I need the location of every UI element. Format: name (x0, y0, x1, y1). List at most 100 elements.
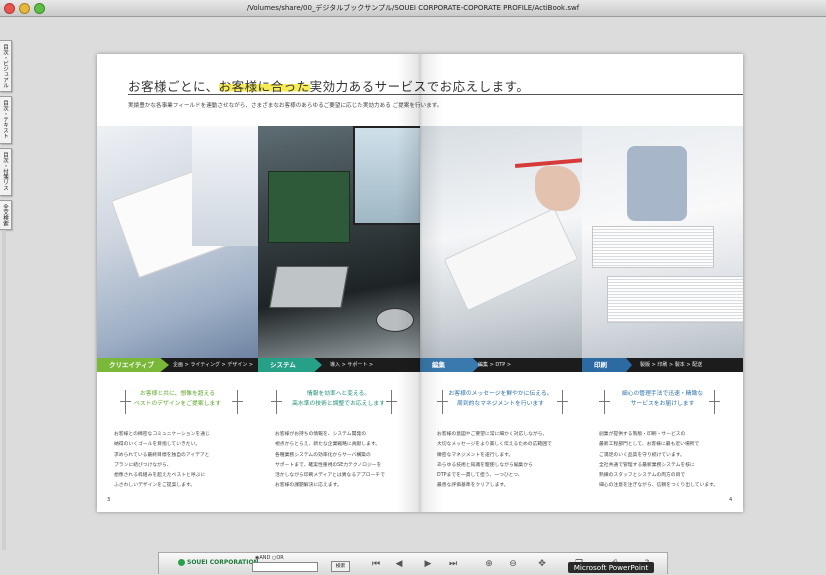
body-line: お客様との綿密なコミュニケーションを通じ (114, 432, 210, 437)
catch-line: お客様と共に、想像を超える (139, 391, 215, 397)
tab-fulltext-search[interactable]: 全文検索 (0, 200, 12, 230)
prev-page-icon[interactable]: ◀ (392, 557, 406, 570)
last-page-icon[interactable]: ⏭ (446, 557, 460, 570)
category-bar-printing: 印刷 製版 > 印刷 > 製本 > 配送 (582, 358, 743, 372)
side-scrollbar[interactable] (2, 230, 6, 550)
search-mode-radios: ◉AND ○OR (255, 555, 284, 561)
catch-system: 情報を効率へと変える。 高水準の技術と調整でお応えします (258, 390, 419, 409)
body-system: お客様がお持ちの情報を、システム開発の 視点からとらえ、新たな企業戦略に貢献しま… (275, 430, 410, 492)
headline-post: 実効力あるサービスでお応えします。 (309, 79, 530, 94)
category-bar-editing: 編集 編集 > DTP > (420, 358, 582, 372)
minimize-window-button[interactable] (19, 3, 30, 14)
page-number-left: 3 (107, 497, 111, 503)
body-line: 最善な評価基準をクリアします。 (437, 483, 509, 489)
monitor-shape (353, 126, 420, 225)
tab-toc-text[interactable]: 目次・テキスト (0, 96, 12, 144)
window-title: /Volumes/share/00_デジタルブックサンプル/SOUEI CORP… (246, 4, 580, 12)
powerpoint-overlay-label: Microsoft PowerPoint (568, 562, 654, 573)
zoom-in-icon[interactable]: ⊕ (482, 557, 496, 570)
circuit-board-shape (268, 171, 350, 243)
logo-mark-icon (178, 559, 185, 566)
body-creative: お客様との綿密なコミュニケーションを通じ 納得のいくゴールを目指していきたい。 … (114, 430, 249, 492)
worker-shape (627, 146, 687, 221)
search-button[interactable]: 検索 (331, 561, 350, 572)
search-input[interactable] (252, 562, 318, 572)
paper-stack-shape (592, 226, 714, 268)
flow-system: 導入 > サポート > (330, 362, 374, 368)
catch-line: サービスをお届けします (630, 400, 695, 407)
tag-creative: クリエイティブ (97, 358, 169, 372)
zoom-window-button[interactable] (34, 3, 45, 14)
body-line: 全社共通で管理する最新業務システムを核に (599, 462, 695, 468)
radio-or-label: OR (276, 555, 284, 561)
tag-system: システム (258, 358, 322, 372)
sleeve-shape (192, 126, 258, 246)
body-line: お客様の課題解決に応えます。 (275, 483, 342, 489)
body-line: お客様の意図やご要望に常に細かく対応しながら、 (437, 432, 548, 437)
headline-rule (128, 94, 743, 95)
window-titlebar: /Volumes/share/00_デジタルブックサンプル/SOUEI CORP… (0, 0, 826, 17)
photo-editing (420, 126, 582, 358)
body-line: 最新工程部門として、お客様に最も近い場所で (599, 442, 700, 448)
flow-creative: 企画 > ライティング > デザイン > (173, 362, 254, 368)
radio-and-label: AND (259, 555, 271, 561)
catch-editing: お客様のメッセージを鮮やかに伝える。 周到的なマネジメントを行います (420, 390, 581, 409)
category-bar-creative: クリエイティブ 企画 > ライティング > デザイン > (97, 358, 258, 372)
tab-toc-visual[interactable]: 目次・ビジュアル (0, 40, 12, 92)
catch-line: 細心の管理手法で迅速・精緻な (621, 391, 704, 397)
tab-bookmark-list[interactable]: 目次・付箋リスト (0, 148, 12, 196)
hard-drive-shape (269, 266, 349, 308)
flow-editing: 編集 > DTP > (478, 362, 512, 368)
headline-pre: お客様ごとに、 (128, 79, 219, 94)
body-line: ご満足のいく品質を守り続けています。 (599, 452, 685, 458)
body-line: 大切なメッセージをより美しく伝えるための広範囲で (437, 442, 552, 448)
body-line: 創業が提供する製版・印刷・サービスの (599, 432, 686, 437)
paper-stack-shape-2 (607, 276, 743, 323)
hand-shape (535, 166, 580, 211)
body-line: 活かしながら印刷メディアとは異なるアプローチで (275, 473, 385, 479)
photo-creative (97, 126, 258, 358)
first-page-icon[interactable]: ⏮ (369, 557, 383, 570)
body-line: サポートまで、確実性重視のSE力テクノロジーを (275, 462, 382, 468)
body-editing: お客様の意図やご要望に常に細かく対応しながら、 大切なメッセージをより美しく伝え… (437, 430, 572, 492)
category-bar-system: システム 導入 > サポート > (258, 358, 420, 372)
page-headline: お客様ごとに、お客様に合った実効力あるサービスでお応えします。 (128, 76, 529, 95)
side-tabs: 目次・ビジュアル 目次・テキスト 目次・付箋リスト 全文検索 (0, 40, 16, 234)
catch-printing: 細心の管理手法で迅速・精緻な サービスをお届けします (582, 390, 743, 409)
catch-line: 高水準の技術と調整でお応えします (292, 400, 385, 407)
headline-highlight: お客様に合った (218, 79, 310, 94)
logo-text: SOUEI CORPORATION (187, 559, 259, 566)
photo-system (258, 126, 420, 358)
next-page-icon[interactable]: ▶ (421, 557, 435, 570)
body-line: 熟練のスタッフとシステムの両方の目で (599, 473, 686, 479)
body-line: プランに結びつけながら、 (114, 462, 172, 468)
close-window-button[interactable] (4, 3, 15, 14)
tag-editing: 編集 (420, 358, 480, 372)
body-line: 各種業務システムの効率化からサーバ構築の (275, 452, 371, 458)
catch-line: 周到的なマネジメントを行います (457, 400, 544, 407)
body-line: ふさわしいデザインをご提案します。 (114, 483, 196, 489)
body-line: 視点からとらえ、新たな企業戦略に貢献します。 (275, 442, 381, 448)
company-logo: SOUEI CORPORATION (178, 559, 259, 566)
body-printing: 創業が提供する製版・印刷・サービスの 最新工程部門として、お客様に最も近い場所で… (599, 430, 734, 492)
zoom-out-icon[interactable]: ⊖ (506, 557, 520, 570)
page-subline: 実績豊かな各事業フィールドを連動させながら、さまざまなお客様のあらゆるご要望に応… (128, 103, 443, 109)
page-number-right: 4 (729, 497, 733, 503)
body-line: 納得のいくゴールを目指していきたい。 (114, 442, 201, 448)
body-line: 細心の注意を注ぎながら、信頼をつくり出しています。 (599, 483, 719, 489)
body-line: 想像される枠組みを超えたベストと呼ぶに (114, 473, 206, 479)
book-spread[interactable]: お客様ごとに、お客様に合った実効力あるサービスでお応えします。 実績豊かな各事業… (97, 54, 743, 512)
body-line: DTPまでを一貫して担う、一つひとつ、 (437, 473, 523, 479)
tag-printing: 印刷 (582, 358, 632, 372)
body-line: お客様がお持ちの情報を、システム開発の (275, 432, 366, 437)
catch-creative: お客様と共に、想像を超える ベストのデザインをご提案します (97, 390, 258, 409)
flow-printing: 製版 > 印刷 > 製本 > 配送 (640, 362, 703, 368)
photo-printing (582, 126, 743, 358)
mouse-shape (376, 308, 414, 332)
body-line: 求められている最終目標を独自のアイデアと (114, 452, 210, 458)
catch-line: ベストのデザインをご提案します (133, 400, 222, 407)
move-icon[interactable]: ✥ (535, 557, 549, 570)
body-line: 緻密なマネジメントを遂行します。 (437, 452, 514, 458)
window-controls (4, 3, 45, 14)
body-line: あらゆる技術と知識を駆使しながら編集から (437, 462, 533, 468)
